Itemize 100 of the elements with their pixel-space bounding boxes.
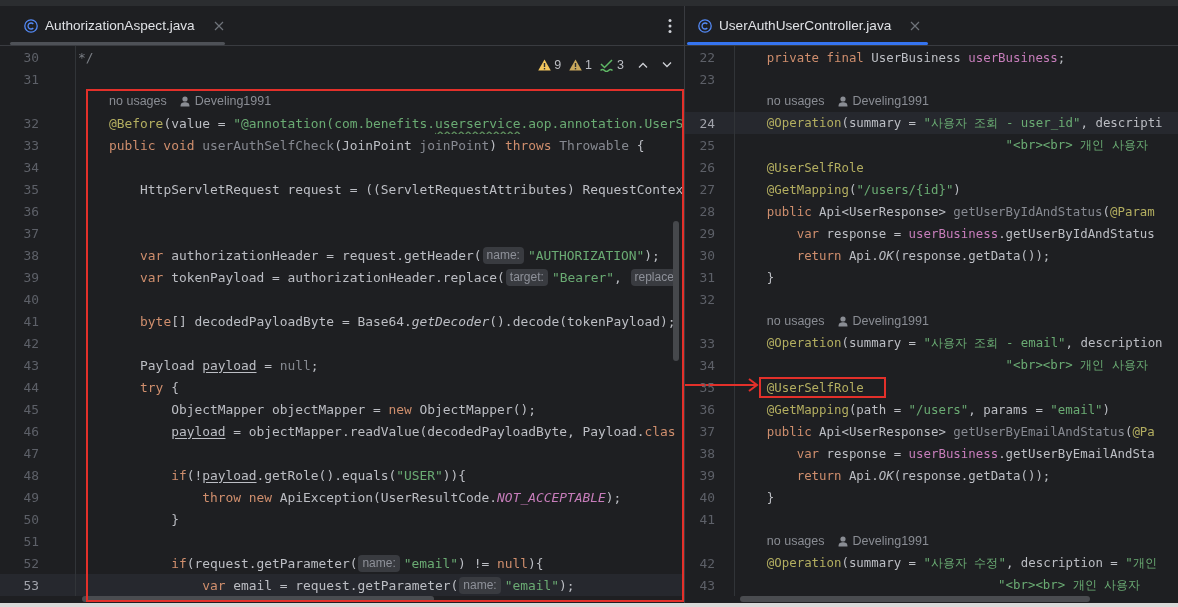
- problem-count: 1: [585, 58, 593, 72]
- line-number: 53: [23, 577, 39, 593]
- editor-tab[interactable]: AuthorizationAspect.java: [10, 6, 225, 45]
- code-text: @Operation(summary = "사용자 조회 - user_id", descripti: [766, 114, 1163, 132]
- person-icon: [837, 535, 848, 547]
- more-icon[interactable]: [668, 17, 672, 34]
- line-number: 43: [23, 357, 39, 373]
- class-icon: [24, 18, 38, 33]
- line-number: 29: [699, 225, 715, 241]
- problem-count: 3: [617, 58, 624, 72]
- line-number: 47: [23, 445, 39, 461]
- line-number: 24: [699, 115, 715, 131]
- line-number: 44: [23, 379, 39, 395]
- line-number: 39: [23, 269, 39, 285]
- usages-label[interactable]: no usages: [766, 94, 825, 108]
- line-number: 43: [699, 577, 715, 593]
- code-text: }: [766, 269, 775, 285]
- code-text: var tokenPayload = authorizationHeader.replace(: [140, 269, 505, 285]
- code-text: @Operation(summary = "사용자 수정", description = "개인: [766, 554, 1157, 572]
- line-number: 34: [699, 357, 715, 373]
- inlay-hint: name:: [358, 554, 400, 572]
- line-number: 46: [23, 423, 39, 439]
- code-text: "Bearer",: [551, 269, 623, 285]
- line-number: 36: [699, 401, 715, 417]
- line-number: 32: [699, 291, 715, 307]
- code-text: return Api.OK(response.getData());: [796, 247, 1051, 263]
- line-number: 28: [699, 203, 715, 219]
- inlay-hint: name:: [482, 246, 524, 264]
- line-number: 35: [23, 181, 39, 197]
- code-text: public Api<UserResponse> getUserByIdAndStatus(@Param: [766, 203, 1155, 219]
- code-text: return Api.OK(response.getData());: [796, 467, 1051, 483]
- code-text: var authorizationHeader = request.getHeader(: [140, 247, 482, 263]
- code-text: @Before(value = "@annotation(com.benefits.userservice.aop.annotation.UserS: [109, 115, 684, 131]
- line-number: 45: [23, 401, 39, 417]
- chevron-up-icon[interactable]: [638, 62, 648, 68]
- code-text: @UserSelfRole: [766, 159, 864, 175]
- code-text: @GetMapping(path = "/users", params = "email"): [766, 401, 1111, 417]
- author-name[interactable]: Develing1991: [852, 534, 929, 548]
- line-number: 42: [23, 335, 39, 351]
- close-icon[interactable]: [910, 20, 921, 31]
- line-number: 34: [23, 159, 39, 175]
- scrollbar-thumb[interactable]: [82, 596, 434, 602]
- code-text: @UserSelfRole: [766, 379, 864, 395]
- code-text: try {: [140, 379, 179, 395]
- code-text: Payload payload = null;: [140, 357, 319, 373]
- chevron-down-icon[interactable]: [662, 62, 672, 68]
- author-name[interactable]: Develing1991: [852, 314, 929, 328]
- code-text: }: [171, 511, 179, 527]
- line-number: 33: [23, 137, 39, 153]
- author-name[interactable]: Develing1991: [852, 94, 929, 108]
- editor-tab[interactable]: UserAuthUserController.java: [687, 6, 928, 45]
- code-text: var response = userBusiness.getUserByEmailAndSta: [796, 445, 1155, 461]
- warning-icon: [569, 59, 583, 71]
- code-text: HttpServletRequest request = ((ServletRequestAttributes) RequestContex: [140, 181, 684, 197]
- code-text: "email") != null){: [403, 555, 544, 571]
- line-number: 48: [23, 467, 39, 483]
- line-number: 38: [699, 445, 715, 461]
- code-text: "AUTHORIZATION");: [527, 247, 660, 263]
- code-text: if(request.getParameter(: [171, 555, 358, 571]
- code-text: public void userAuthSelfCheck(JoinPoint joinPoint) throws Throwable {: [109, 137, 645, 153]
- line-number: 52: [23, 555, 39, 571]
- code-text: throw new ApiException(UserResultCode.NOT_ACCEPTABLE);: [202, 489, 622, 505]
- inlay-hint: target:: [505, 268, 548, 286]
- line-number: 40: [699, 489, 715, 505]
- line-number: 23: [699, 71, 715, 87]
- line-number: 30: [699, 247, 715, 263]
- close-icon[interactable]: [213, 20, 224, 31]
- code-text: "email");: [504, 577, 575, 593]
- line-number: 38: [23, 247, 39, 263]
- code-text: @GetMapping("/users/{id}"): [766, 181, 961, 197]
- line-number: 26: [699, 159, 715, 175]
- line-number: 40: [23, 291, 39, 307]
- code-text: "<br><br> 개인 사용자: [998, 576, 1141, 594]
- warning-icon: [538, 59, 552, 71]
- code-text: if(!payload.getRole().equals("USER")){: [171, 467, 467, 483]
- line-number: 49: [23, 489, 39, 505]
- code-text: var response = userBusiness.getUserByIdAndStatus: [796, 225, 1155, 241]
- code-text: "<br><br> 개인 사용자: [1005, 136, 1148, 154]
- usages-label[interactable]: no usages: [766, 534, 825, 548]
- inlay-hint: name:: [459, 576, 501, 594]
- scrollbar-thumb[interactable]: [740, 596, 1090, 602]
- line-number: 42: [699, 555, 715, 571]
- code-text: payload = objectMapper.readValue(decodedPayloadByte, Payload.clas: [171, 423, 676, 439]
- scrollbar-thumb[interactable]: [673, 221, 679, 361]
- line-number: 30: [23, 49, 39, 65]
- line-number: 31: [699, 269, 715, 285]
- usages-label[interactable]: no usages: [766, 314, 825, 328]
- line-number: 39: [699, 467, 715, 483]
- line-number: 31: [23, 71, 39, 87]
- author-name[interactable]: Develing1991: [194, 94, 272, 108]
- code-text: public Api<UserResponse> getUserByEmailAndStatus(@Pa: [766, 423, 1155, 439]
- code-text: "<br><br> 개인 사용자: [1005, 356, 1148, 374]
- line-number: 33: [699, 335, 715, 351]
- check-icon: [600, 58, 615, 72]
- person-icon: [837, 315, 848, 327]
- line-number: 51: [23, 533, 39, 549]
- line-number: 22: [699, 49, 715, 65]
- usages-label[interactable]: no usages: [109, 94, 167, 108]
- person-icon: [837, 95, 848, 107]
- code-text: private final UserBusiness userBusiness;: [766, 49, 1066, 65]
